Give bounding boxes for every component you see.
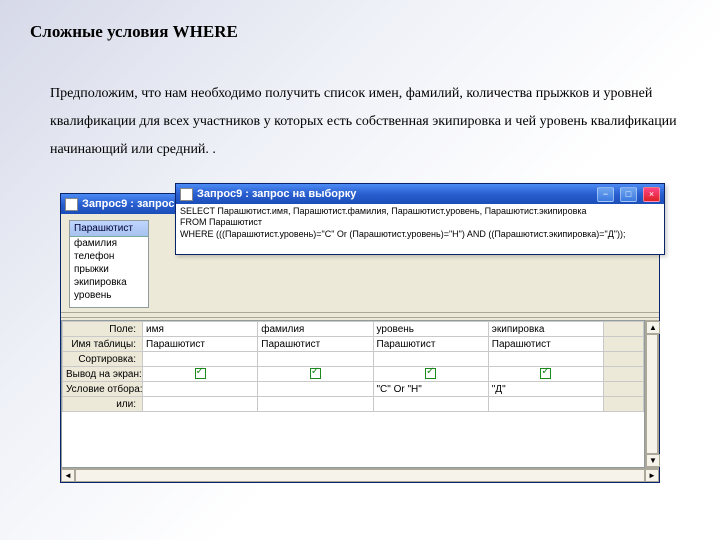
- checkbox-icon[interactable]: [425, 368, 436, 379]
- table-fields-panel[interactable]: Парашютист фамилия телефон прыжки экипир…: [69, 220, 149, 308]
- splitter[interactable]: [61, 312, 659, 318]
- page-body-text: Предположим, что нам необходимо получить…: [50, 80, 685, 164]
- qbe-cell-sort[interactable]: [258, 352, 373, 367]
- window-title-front: Запрос9 : запрос на выборку: [197, 188, 356, 200]
- field-item[interactable]: прыжки: [70, 263, 148, 276]
- scrollbar-horizontal[interactable]: ◄ ►: [61, 468, 659, 482]
- qbe-row-label: Вывод на экран:: [63, 367, 143, 382]
- sql-text[interactable]: SELECT Парашютист.имя, Парашютист.фамили…: [176, 204, 664, 242]
- qbe-cell-criteria[interactable]: "С" Or "Н": [373, 382, 488, 397]
- qbe-row-label: или:: [63, 397, 143, 412]
- titlebar-front[interactable]: Запрос9 : запрос на выборку − □ ×: [176, 184, 664, 204]
- field-item[interactable]: уровень: [70, 289, 148, 302]
- checkbox-icon[interactable]: [540, 368, 551, 379]
- qbe-cell-or[interactable]: [488, 397, 603, 412]
- scrollbar-vertical[interactable]: ▲ ▼: [645, 320, 659, 468]
- query-sql-window: Запрос9 : запрос на выборку − □ × SELECT…: [175, 183, 665, 255]
- qbe-cell-field[interactable]: экипировка: [488, 322, 603, 337]
- qbe-cell-table[interactable]: Парашютист: [373, 337, 488, 352]
- minimize-button[interactable]: −: [597, 187, 614, 202]
- qbe-cell-show[interactable]: [143, 367, 258, 382]
- qbe-cell-criteria[interactable]: [143, 382, 258, 397]
- page-title: Сложные условия WHERE: [30, 22, 238, 42]
- scroll-right-icon[interactable]: ►: [645, 469, 659, 482]
- qbe-cell-criteria[interactable]: "Д": [488, 382, 603, 397]
- fields-panel-header: Парашютист: [70, 221, 148, 237]
- qbe-cell-field[interactable]: уровень: [373, 322, 488, 337]
- qbe-cell-criteria[interactable]: [258, 382, 373, 397]
- qbe-row-label: Сортировка:: [63, 352, 143, 367]
- field-item[interactable]: экипировка: [70, 276, 148, 289]
- scroll-up-icon[interactable]: ▲: [646, 321, 660, 334]
- qbe-cell-table[interactable]: Парашютист: [258, 337, 373, 352]
- qbe-cell-field[interactable]: имя: [143, 322, 258, 337]
- close-button[interactable]: ×: [643, 187, 660, 202]
- qbe-cell-sort[interactable]: [488, 352, 603, 367]
- qbe-cell-or[interactable]: [258, 397, 373, 412]
- maximize-button[interactable]: □: [620, 187, 637, 202]
- checkbox-icon[interactable]: [310, 368, 321, 379]
- qbe-cell-show[interactable]: [488, 367, 603, 382]
- qbe-cell-or[interactable]: [373, 397, 488, 412]
- qbe-row-label: Условие отбора:: [63, 382, 143, 397]
- qbe-row-label: Поле:: [63, 322, 143, 337]
- qbe-cell-field[interactable]: фамилия: [258, 322, 373, 337]
- checkbox-icon[interactable]: [195, 368, 206, 379]
- qbe-cell-show[interactable]: [258, 367, 373, 382]
- field-item[interactable]: телефон: [70, 250, 148, 263]
- window-icon: [180, 188, 193, 201]
- qbe-cell-table[interactable]: Парашютист: [488, 337, 603, 352]
- qbe-cell-sort[interactable]: [143, 352, 258, 367]
- qbe-grid[interactable]: Поле: имя фамилия уровень экипировка Имя…: [61, 320, 645, 468]
- qbe-cell-or[interactable]: [143, 397, 258, 412]
- scroll-left-icon[interactable]: ◄: [61, 469, 75, 482]
- qbe-cell-show[interactable]: [373, 367, 488, 382]
- window-icon: [65, 198, 78, 211]
- scroll-down-icon[interactable]: ▼: [646, 454, 660, 467]
- qbe-cell-table[interactable]: Парашютист: [143, 337, 258, 352]
- field-item[interactable]: фамилия: [70, 237, 148, 250]
- qbe-row-label: Имя таблицы:: [63, 337, 143, 352]
- qbe-cell-sort[interactable]: [373, 352, 488, 367]
